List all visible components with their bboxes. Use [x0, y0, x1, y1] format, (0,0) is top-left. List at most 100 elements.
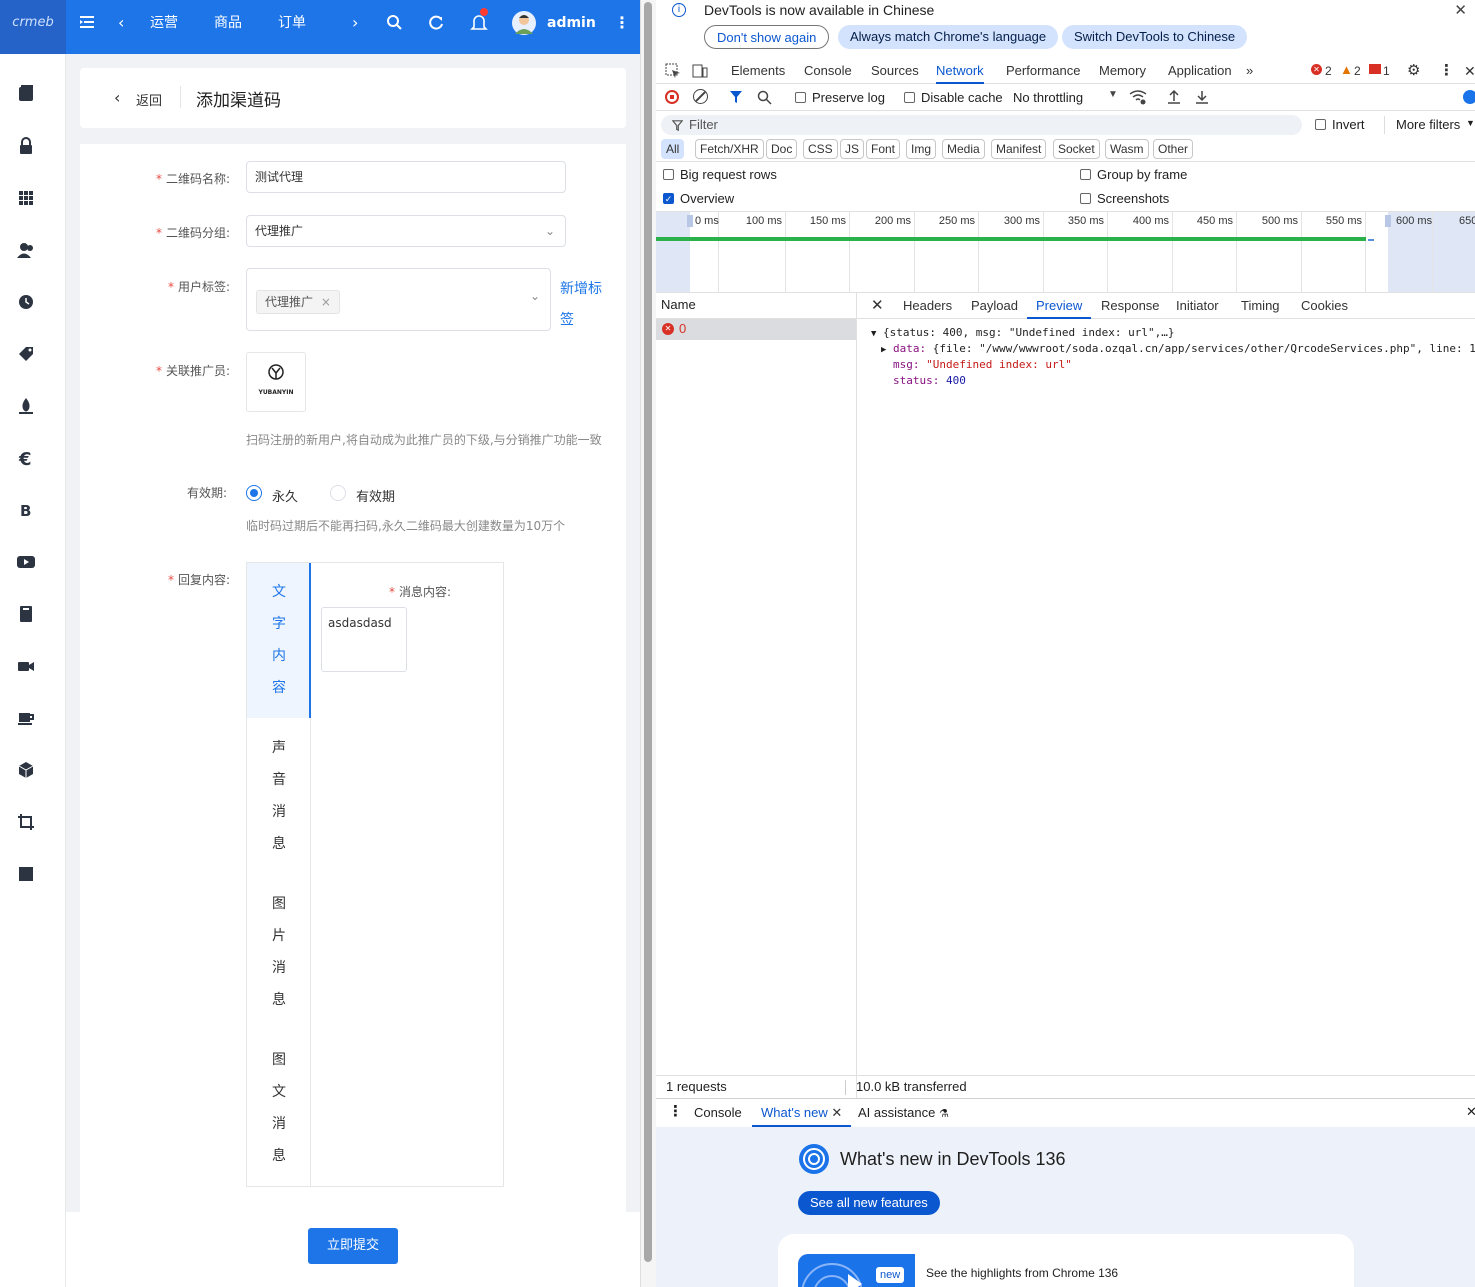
collapse-triangle-icon[interactable]: ▶ [881, 345, 886, 355]
filter-input[interactable]: Filter [661, 115, 1302, 135]
preserve-log-checkbox[interactable] [795, 92, 806, 103]
document-icon[interactable] [16, 84, 36, 104]
close-drawer-icon[interactable]: ✕ [1466, 1104, 1475, 1120]
error-icon[interactable]: ✕ [1311, 64, 1322, 75]
video-play-icon[interactable] [16, 552, 36, 572]
dont-show-again-button[interactable]: Don't show again [704, 25, 830, 49]
user-tag-select[interactable]: 代理推广 × ⌄ [246, 268, 551, 331]
device-toolbar-icon[interactable] [692, 63, 708, 79]
warning-icon[interactable]: ▲ [1340, 62, 1353, 77]
validity-permanent-label[interactable]: 永久 [272, 486, 298, 505]
gear-icon[interactable]: ⚙ [1407, 58, 1420, 84]
tab-image-message[interactable]: 图 片 消 息 [247, 874, 310, 1030]
timeline-left-handle[interactable] [687, 215, 693, 227]
group-by-frame-checkbox[interactable] [1080, 169, 1091, 180]
page-scrollbar-thumb[interactable] [644, 2, 652, 1262]
submit-button[interactable]: 立即提交 [308, 1228, 398, 1264]
type-media[interactable]: Media [942, 139, 985, 159]
qr-group-select[interactable]: 代理推广 ⌄ [246, 215, 566, 247]
tab-performance[interactable]: Performance [1006, 58, 1080, 84]
tab-cookies[interactable]: Cookies [1301, 293, 1348, 319]
clear-icon[interactable] [693, 89, 708, 104]
network-settings-gear-icon[interactable] [1463, 90, 1475, 104]
screenshots-label[interactable]: Screenshots [1097, 191, 1169, 206]
coffee-icon[interactable] [16, 708, 36, 728]
type-js[interactable]: JS [840, 139, 865, 159]
throttling-select[interactable]: No throttling [1013, 90, 1083, 105]
switch-chinese-button[interactable]: Switch DevTools to Chinese [1062, 25, 1248, 49]
warning-count[interactable]: 2 [1354, 58, 1361, 84]
type-img[interactable]: Img [906, 139, 937, 159]
overview-checkbox[interactable]: ✓ [663, 193, 674, 204]
drawer-tab-ai-assistance[interactable]: AI assistance ⚗ [858, 1105, 949, 1120]
close-icon[interactable]: × [321, 295, 331, 309]
tab-text-content[interactable]: 文 字 内 容 [247, 563, 311, 718]
refresh-icon[interactable] [428, 0, 444, 46]
avatar[interactable] [512, 11, 536, 35]
nav-item-orders[interactable]: 订单 [278, 0, 306, 46]
lock-icon[interactable] [16, 136, 36, 156]
disable-cache-checkbox[interactable] [904, 92, 915, 103]
nav-prev-icon[interactable]: ‹ [118, 0, 124, 46]
nav-item-products[interactable]: 商品 [214, 0, 242, 46]
type-other[interactable]: Other [1153, 139, 1194, 159]
issue-count[interactable]: 1 [1383, 58, 1390, 84]
search-icon[interactable] [386, 0, 402, 46]
network-conditions-icon[interactable] [1129, 89, 1147, 105]
menu-toggle-icon[interactable] [78, 0, 96, 46]
tab-initiator[interactable]: Initiator [1176, 293, 1219, 319]
more-filters-dropdown[interactable]: More filters [1396, 117, 1460, 132]
type-wasm[interactable]: Wasm [1105, 139, 1149, 159]
apps-grid-icon[interactable] [16, 188, 36, 208]
square-icon[interactable] [16, 864, 36, 884]
preserve-log-label[interactable]: Preserve log [812, 90, 885, 105]
filter-icon[interactable] [729, 90, 743, 104]
close-icon[interactable]: ✕ [1454, 1, 1467, 19]
tab-elements[interactable]: Elements [731, 58, 785, 84]
type-fetch-xhr[interactable]: Fetch/XHR [695, 139, 764, 159]
nav-item-operation[interactable]: 运营 [150, 0, 178, 46]
book-icon[interactable] [16, 604, 36, 624]
inspect-element-icon[interactable] [665, 63, 681, 79]
nav-next-icon[interactable]: › [352, 0, 358, 46]
tab-timing[interactable]: Timing [1241, 293, 1280, 319]
qr-name-input[interactable]: 测试代理 [246, 161, 566, 193]
more-vertical-icon[interactable]: ⋮ [1439, 58, 1454, 84]
add-tag-link[interactable]: 新增标签 [560, 274, 602, 336]
see-all-features-button[interactable]: See all new features [798, 1191, 940, 1215]
drawer-tab-console[interactable]: Console [694, 1105, 742, 1120]
highlight-card[interactable]: new See the highlights from Chrome 136 [778, 1234, 1354, 1287]
type-manifest[interactable]: Manifest [991, 139, 1047, 159]
tab-response[interactable]: Response [1101, 293, 1160, 319]
record-icon[interactable] [665, 90, 679, 104]
tab-headers[interactable]: Headers [903, 293, 952, 319]
back-arrow-icon[interactable]: ‹ [114, 88, 120, 107]
match-language-button[interactable]: Always match Chrome's language [838, 25, 1059, 49]
drawer-tab-whats-new[interactable]: What's new ✕ [752, 1099, 852, 1127]
issue-icon[interactable] [1369, 64, 1381, 74]
bitcoin-icon[interactable]: B [16, 500, 36, 520]
tab-payload[interactable]: Payload [971, 293, 1018, 319]
tab-sources[interactable]: Sources [871, 58, 919, 84]
tab-console[interactable]: Console [804, 58, 852, 84]
close-detail-icon[interactable]: ✕ [871, 293, 884, 319]
invert-label[interactable]: Invert [1332, 117, 1365, 132]
error-count[interactable]: 2 [1325, 58, 1332, 84]
type-font[interactable]: Font [866, 139, 901, 159]
type-css[interactable]: CSS [803, 139, 838, 159]
box-icon[interactable] [16, 760, 36, 780]
type-all[interactable]: All [661, 139, 685, 159]
tag-icon[interactable] [16, 344, 36, 364]
tab-news-message[interactable]: 图 文 消 息 [247, 1030, 310, 1186]
more-tabs-icon[interactable]: » [1246, 58, 1253, 84]
tab-application[interactable]: Application [1168, 58, 1232, 84]
validity-period-radio[interactable] [330, 485, 346, 501]
clock-icon[interactable] [16, 292, 36, 312]
promoter-avatar[interactable]: YUBANYIN [246, 352, 306, 412]
import-har-icon[interactable] [1167, 89, 1181, 105]
more-vertical-icon[interactable]: ⋮ [614, 0, 630, 46]
search-icon[interactable] [757, 90, 772, 105]
json-root-line[interactable]: ▼ {status: 400, msg: "Undefined index: u… [871, 326, 1174, 339]
back-link[interactable]: 返回 [136, 90, 162, 109]
euro-icon[interactable]: € [16, 448, 36, 468]
